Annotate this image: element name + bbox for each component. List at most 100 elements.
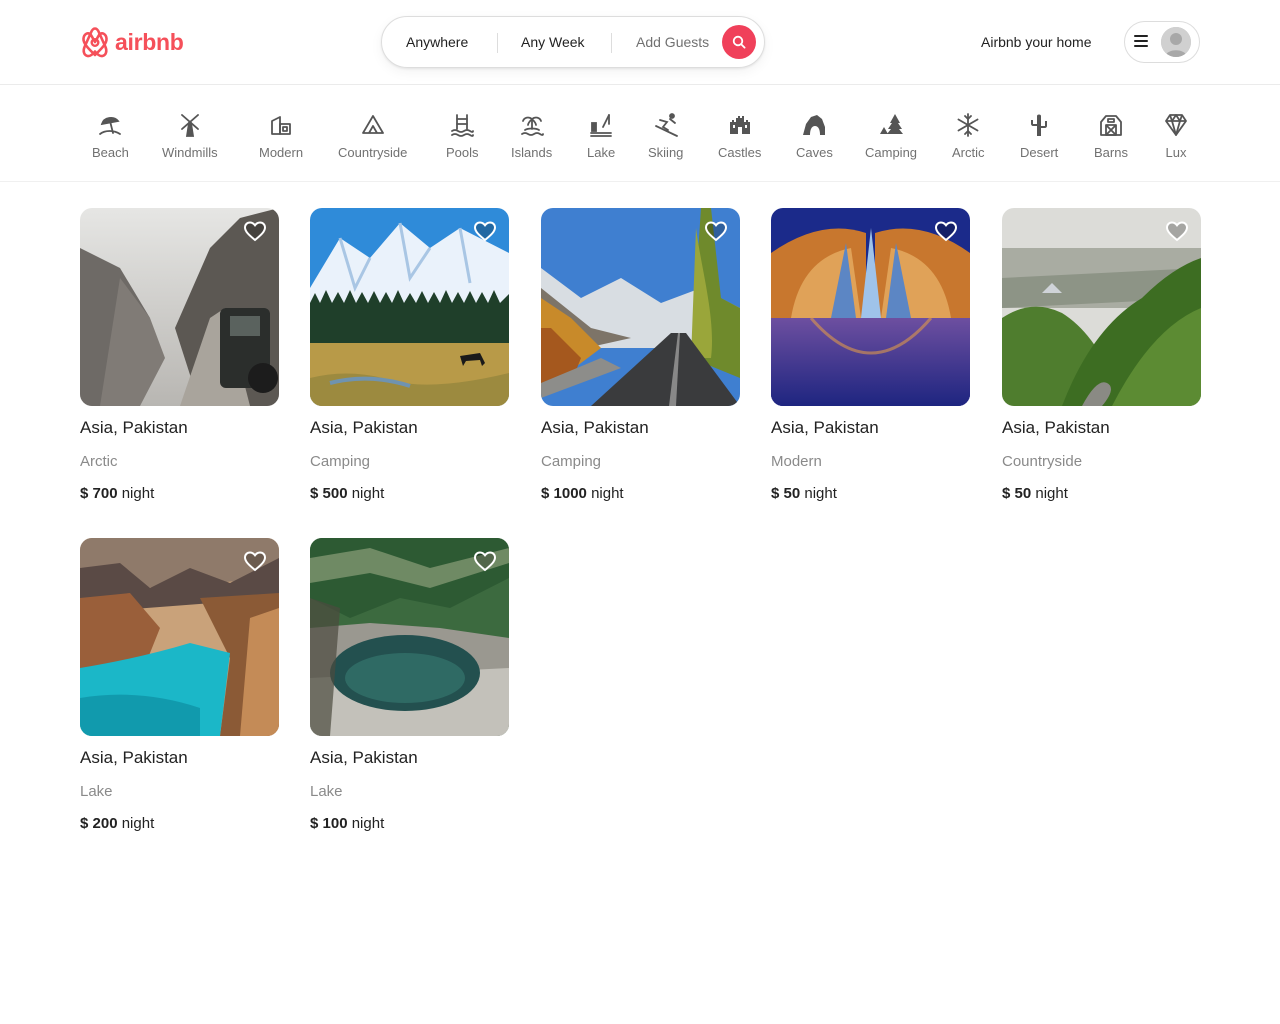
camping-icon bbox=[880, 114, 904, 134]
airbnb-logo[interactable]: airbnb bbox=[80, 25, 184, 59]
heart-icon[interactable] bbox=[243, 220, 267, 242]
listing-card[interactable]: Asia, Pakistan Camping $ 1000 night bbox=[541, 208, 740, 502]
currency: $ bbox=[310, 485, 319, 502]
castle-icon bbox=[729, 116, 750, 134]
category-label: Barns bbox=[1094, 145, 1128, 160]
category-windmills[interactable]: Windmills bbox=[162, 111, 218, 160]
listing-photo[interactable] bbox=[541, 208, 740, 406]
listing-photo[interactable] bbox=[310, 208, 509, 406]
heart-icon[interactable] bbox=[1165, 220, 1189, 242]
heart-icon[interactable] bbox=[473, 550, 497, 572]
diamond-icon bbox=[1165, 114, 1187, 136]
category-lux[interactable]: Lux bbox=[1162, 111, 1190, 160]
cactus-icon bbox=[1031, 114, 1048, 136]
listing-price: $ 100 night bbox=[310, 815, 384, 832]
price-value: 1000 bbox=[553, 485, 587, 502]
heart-icon[interactable] bbox=[473, 220, 497, 242]
lake-icon bbox=[590, 114, 612, 137]
category-islands[interactable]: Islands bbox=[511, 111, 552, 160]
category-barns[interactable]: Barns bbox=[1094, 111, 1128, 160]
listing-card[interactable]: Asia, Pakistan Camping $ 500 night bbox=[310, 208, 509, 502]
listing-card[interactable]: Asia, Pakistan Lake $ 100 night bbox=[310, 538, 509, 832]
category-label: Lux bbox=[1165, 145, 1187, 160]
search-any-week-button[interactable]: Any Week bbox=[521, 34, 585, 50]
search-divider bbox=[497, 33, 498, 53]
cave-icon bbox=[803, 115, 826, 135]
listing-price: $ 700 night bbox=[80, 485, 154, 502]
listing-title: Asia, Pakistan bbox=[310, 748, 418, 767]
pool-icon bbox=[451, 114, 475, 137]
category-label: Desert bbox=[1020, 145, 1059, 160]
top-navbar: airbnb Anywhere Any Week Add Guests Airb… bbox=[0, 0, 1280, 85]
category-label: Beach bbox=[92, 145, 129, 160]
listing-category: Camping bbox=[310, 453, 371, 470]
price-value: 500 bbox=[322, 485, 348, 502]
price-unit: night bbox=[351, 485, 385, 502]
skiing-icon bbox=[654, 113, 678, 137]
listing-price: $ 1000 night bbox=[541, 485, 624, 502]
listing-category: Lake bbox=[310, 783, 343, 800]
heart-icon[interactable] bbox=[934, 220, 958, 242]
category-bar: Beach Windmills Modern Countryside Pools… bbox=[0, 85, 1280, 182]
listing-title: Asia, Pakistan bbox=[541, 418, 649, 437]
category-beach[interactable]: Beach bbox=[92, 111, 129, 160]
category-label: Skiing bbox=[648, 145, 684, 160]
category-label: Modern bbox=[259, 145, 304, 160]
price-value: 100 bbox=[322, 815, 348, 832]
airbnb-your-home-link[interactable]: Airbnb your home bbox=[981, 34, 1092, 50]
avatar bbox=[1161, 27, 1191, 57]
category-arctic[interactable]: Arctic bbox=[952, 111, 985, 160]
listing-price: $ 200 night bbox=[80, 815, 154, 832]
user-menu-button[interactable] bbox=[1124, 21, 1200, 63]
logo-text: airbnb bbox=[115, 28, 184, 55]
listing-category: Lake bbox=[80, 783, 113, 800]
barn-icon bbox=[1100, 115, 1122, 136]
listing-card[interactable]: Asia, Pakistan Countryside $ 50 night bbox=[1002, 208, 1201, 502]
price-value: 50 bbox=[783, 485, 801, 502]
island-icon bbox=[520, 116, 544, 136]
listing-photo[interactable] bbox=[80, 538, 279, 736]
price-value: 700 bbox=[92, 485, 118, 502]
search-icon bbox=[732, 35, 746, 49]
airbnb-logo-icon bbox=[82, 27, 108, 58]
listing-photo[interactable] bbox=[310, 538, 509, 736]
heart-icon[interactable] bbox=[704, 220, 728, 242]
category-lake[interactable]: Lake bbox=[587, 111, 615, 160]
search-bar[interactable]: Anywhere Any Week Add Guests bbox=[381, 16, 765, 68]
heart-icon[interactable] bbox=[243, 550, 267, 572]
listing-title: Asia, Pakistan bbox=[310, 418, 418, 437]
price-unit: night bbox=[121, 815, 155, 832]
category-label: Castles bbox=[718, 145, 762, 160]
search-add-guests-button[interactable]: Add Guests bbox=[636, 34, 709, 50]
category-camping[interactable]: Camping bbox=[865, 111, 917, 160]
listing-price: $ 500 night bbox=[310, 485, 384, 502]
listing-price: $ 50 night bbox=[1002, 485, 1068, 502]
search-submit-button[interactable] bbox=[722, 25, 756, 59]
category-countryside[interactable]: Countryside bbox=[338, 111, 407, 160]
listing-photo[interactable] bbox=[80, 208, 279, 406]
category-label: Arctic bbox=[952, 145, 985, 160]
listing-card[interactable]: Asia, Pakistan Lake $ 200 night bbox=[80, 538, 279, 832]
listing-category: Camping bbox=[541, 453, 602, 470]
category-skiing[interactable]: Skiing bbox=[648, 111, 683, 160]
listing-card[interactable]: Asia, Pakistan Arctic $ 700 night bbox=[80, 208, 279, 502]
beach-icon bbox=[99, 117, 122, 135]
listing-photo[interactable] bbox=[1002, 208, 1201, 406]
category-label: Countryside bbox=[338, 145, 408, 160]
category-desert[interactable]: Desert bbox=[1020, 111, 1058, 160]
listing-card[interactable]: Asia, Pakistan Modern $ 50 night bbox=[771, 208, 970, 502]
listing-category: Countryside bbox=[1002, 453, 1083, 470]
category-castles[interactable]: Castles bbox=[718, 111, 761, 160]
price-value: 50 bbox=[1014, 485, 1032, 502]
category-modern[interactable]: Modern bbox=[259, 111, 303, 160]
listing-photo[interactable] bbox=[771, 208, 970, 406]
category-pools[interactable]: Pools bbox=[446, 111, 479, 160]
search-divider bbox=[611, 33, 612, 53]
currency: $ bbox=[541, 485, 550, 502]
listing-category: Modern bbox=[771, 453, 822, 470]
category-caves[interactable]: Caves bbox=[796, 111, 833, 160]
price-value: 200 bbox=[92, 815, 118, 832]
search-anywhere-button[interactable]: Anywhere bbox=[406, 34, 468, 50]
currency: $ bbox=[310, 815, 319, 832]
category-label: Caves bbox=[796, 145, 833, 160]
